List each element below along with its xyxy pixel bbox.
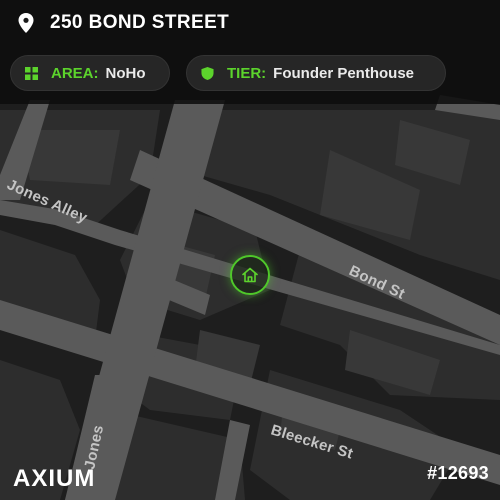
area-key: AREA:	[51, 64, 99, 82]
header-overlay: 250 BOND STREET AREA: NoHo TIER: Founder…	[0, 0, 500, 104]
brand-logo: AXIUM	[13, 465, 95, 490]
area-pill[interactable]: AREA: NoHo	[10, 55, 170, 91]
grid-icon	[25, 66, 38, 80]
area-value: NoHo	[105, 64, 146, 82]
shield-icon	[201, 66, 214, 80]
home-icon	[242, 267, 258, 283]
address-row: 250 BOND STREET	[18, 11, 229, 35]
tier-pill[interactable]: TIER: Founder Penthouse	[186, 55, 446, 91]
map-card: Jones Alley Bond St Bleecker St Jones 25…	[0, 0, 500, 500]
brand-name: AXIUM	[13, 465, 95, 490]
token-id: #12693	[427, 463, 489, 483]
tier-value: Founder Penthouse	[273, 64, 415, 82]
property-marker[interactable]	[230, 255, 270, 295]
map-pin-icon	[18, 13, 34, 33]
address-title: 250 BOND STREET	[50, 12, 230, 33]
tier-key: TIER:	[227, 64, 267, 82]
